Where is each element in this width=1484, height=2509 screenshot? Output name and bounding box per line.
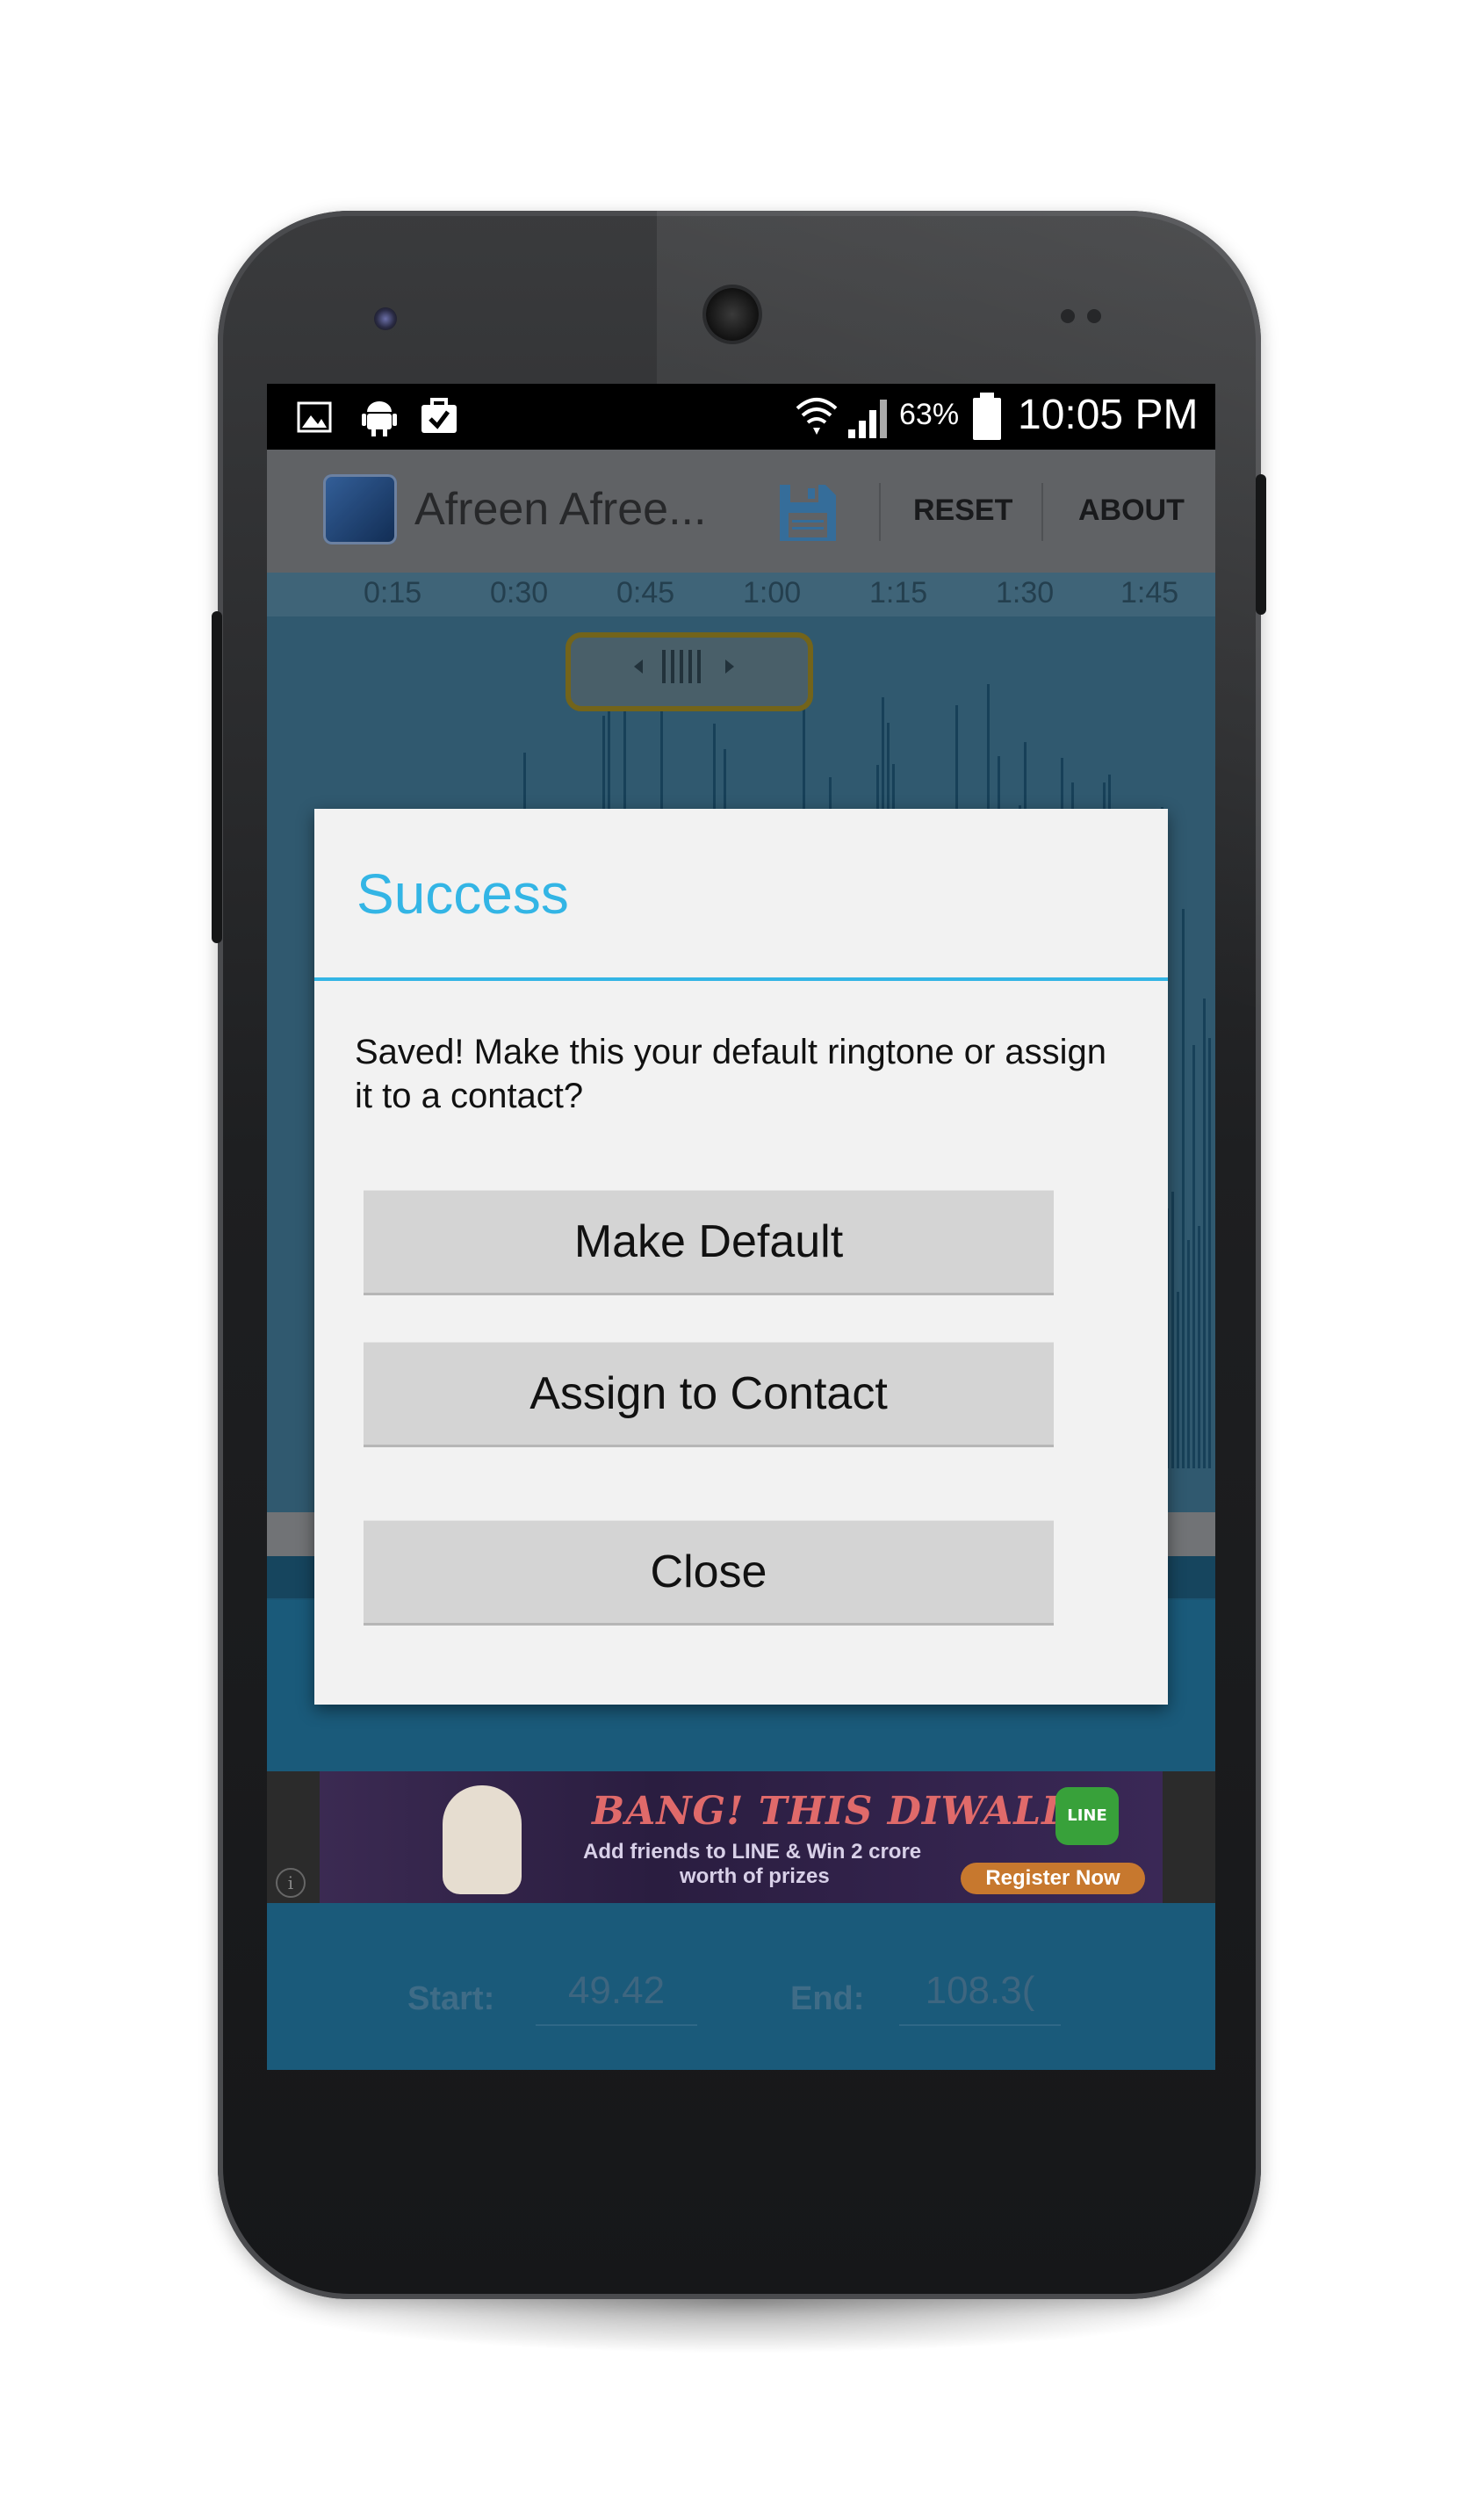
start-label: Start: — [407, 1980, 495, 2017]
dialog-divider — [314, 977, 1168, 981]
close-button[interactable]: Close — [364, 1520, 1054, 1626]
ad-headline: BANG! THIS DIWALI — [592, 1789, 1061, 1834]
ad-banner[interactable]: BANG! THIS DIWALI Add friends to LINE & … — [267, 1771, 1215, 1903]
android-icon — [362, 401, 397, 436]
assign-to-contact-button[interactable]: Assign to Contact — [364, 1342, 1054, 1447]
volume-button — [212, 611, 222, 943]
wifi-icon — [796, 398, 838, 435]
status-time: 10:05 PM — [1018, 392, 1199, 438]
dialog-title: Success — [357, 862, 569, 926]
dialog-message: Saved! Make this your default ringtone o… — [355, 1033, 1107, 1115]
battery-icon — [973, 393, 1001, 440]
proximity-sensor — [1061, 309, 1075, 323]
bottom-bar: Start: 49.42 End: 108.3( — [267, 1903, 1215, 2070]
end-label: End: — [790, 1980, 865, 2017]
line-logo-icon: LINE — [1055, 1787, 1119, 1845]
power-button — [1256, 474, 1266, 615]
shopping-bag-check-icon — [421, 398, 457, 433]
start-time-field[interactable]: 49.42 — [536, 1963, 697, 2026]
ad-subtext-2: worth of prizes — [680, 1864, 830, 1888]
cell-signal-icon — [848, 400, 887, 438]
success-dialog: Success Saved! Make this your default ri… — [314, 809, 1168, 1705]
ad-info-icon[interactable]: i — [276, 1868, 306, 1898]
battery-percent: 63% — [899, 398, 960, 431]
ad-creative[interactable]: BANG! THIS DIWALI Add friends to LINE & … — [320, 1771, 1163, 1903]
make-default-button[interactable]: Make Default — [364, 1190, 1054, 1295]
light-sensor — [1087, 309, 1101, 323]
image-icon — [297, 401, 332, 433]
front-camera — [374, 307, 397, 330]
ad-register-button[interactable]: Register Now — [961, 1863, 1145, 1894]
ad-subtext: Add friends to LINE & Win 2 crore — [583, 1840, 922, 1864]
earpiece-speaker — [706, 288, 759, 341]
end-time-field[interactable]: 108.3( — [899, 1963, 1061, 2026]
status-bar: 63% 10:05 PM — [267, 384, 1215, 450]
phone-screen: 63% 10:05 PM Afreen Afree... RESET ABOUT… — [267, 384, 1215, 2070]
scrim-actionbar — [267, 450, 1215, 573]
ad-character-image — [443, 1785, 522, 1894]
